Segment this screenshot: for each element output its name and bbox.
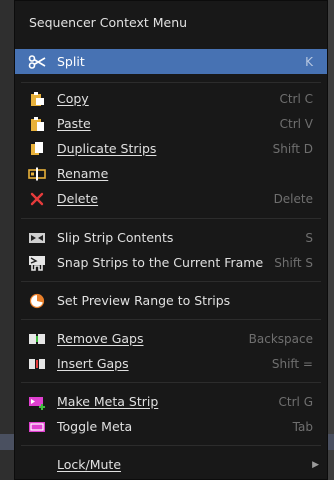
rename-icon (27, 166, 47, 182)
insert-gaps-icon (27, 356, 47, 372)
editor-background-left (0, 0, 14, 480)
copy-clipboard-icon (27, 91, 47, 107)
preview-range-clock-icon (27, 293, 47, 309)
separator (21, 82, 321, 83)
menu-item-label: Duplicate Strips (57, 141, 157, 156)
menu-item-toggle-meta[interactable]: Toggle Meta Tab (15, 414, 327, 439)
make-meta-icon (27, 394, 47, 410)
menu-item-label: Copy (57, 91, 89, 106)
menu-item-label: Paste (57, 116, 91, 131)
menu-item-snap-strips[interactable]: Snap Strips to the Current Frame Shift S (15, 250, 327, 275)
delete-x-icon (27, 191, 47, 207)
menu-item-label: Insert Gaps (57, 356, 129, 371)
menu-item-shortcut: Delete (273, 191, 313, 206)
menu-item-label: Slip Strip Contents (57, 230, 174, 245)
menu-item-shortcut: Ctrl V (279, 116, 313, 131)
menu-item-split[interactable]: Split K (15, 49, 327, 74)
remove-gaps-icon (27, 331, 47, 347)
menu-item-copy[interactable]: Copy Ctrl C (15, 86, 327, 111)
toggle-meta-icon (27, 419, 47, 435)
separator (21, 445, 321, 446)
separator (21, 319, 321, 320)
sequencer-context-menu: Sequencer Context Menu Split K Copy Ctrl… (14, 0, 328, 480)
menu-item-label: Lock/Mute (57, 457, 122, 472)
menu-item-rename[interactable]: Rename (15, 161, 327, 186)
paste-clipboard-icon (27, 116, 47, 132)
slip-icon (27, 230, 47, 246)
menu-item-lock-mute[interactable]: Lock/Mute ▶ (15, 452, 327, 477)
menu-item-shortcut: S (305, 230, 313, 245)
menu-item-insert-gaps[interactable]: Insert Gaps Shift = (15, 351, 327, 376)
scissors-icon (27, 54, 47, 70)
submenu-arrow-icon: ▶ (312, 459, 319, 470)
menu-item-shortcut: Ctrl G (278, 394, 313, 409)
menu-item-label: Rename (57, 166, 109, 181)
menu-item-shortcut: K (305, 54, 313, 69)
menu-item-duplicate-strips[interactable]: Duplicate Strips Shift D (15, 136, 327, 161)
menu-title: Sequencer Context Menu (29, 15, 188, 30)
separator (21, 218, 321, 219)
snap-icon (27, 255, 47, 271)
menu-item-shortcut: Ctrl C (279, 91, 313, 106)
menu-item-shortcut: Tab (292, 419, 313, 434)
separator (21, 281, 321, 282)
menu-item-shortcut: Shift D (272, 141, 313, 156)
menu-item-delete[interactable]: Delete Delete (15, 186, 327, 211)
menu-item-label: Remove Gaps (57, 331, 144, 346)
menu-item-label: Delete (57, 191, 99, 206)
separator (21, 382, 321, 383)
menu-item-label: Make Meta Strip (57, 394, 159, 409)
menu-item-set-preview-range[interactable]: Set Preview Range to Strips (15, 288, 327, 313)
menu-item-label: Set Preview Range to Strips (57, 293, 231, 308)
menu-item-slip-strip-contents[interactable]: Slip Strip Contents S (15, 225, 327, 250)
duplicate-icon (27, 141, 47, 157)
menu-item-shortcut: Backspace (248, 331, 313, 346)
menu-item-remove-gaps[interactable]: Remove Gaps Backspace (15, 326, 327, 351)
menu-item-shortcut: Shift S (274, 255, 313, 270)
menu-item-shortcut: Shift = (271, 356, 313, 371)
menu-item-label: Toggle Meta (57, 419, 133, 434)
menu-item-label: Snap Strips to the Current Frame (57, 255, 264, 270)
menu-item-label: Split (57, 54, 85, 69)
blank-icon (27, 457, 47, 473)
menu-item-make-meta-strip[interactable]: Make Meta Strip Ctrl G (15, 389, 327, 414)
menu-item-paste[interactable]: Paste Ctrl V (15, 111, 327, 136)
